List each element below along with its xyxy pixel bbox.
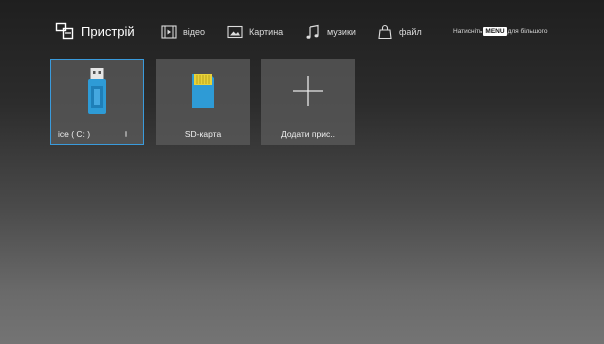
plus-icon bbox=[261, 59, 355, 123]
menu-key-badge: MENU bbox=[483, 27, 507, 36]
usb-drive-icon bbox=[50, 59, 144, 123]
tab-picture[interactable]: Картина bbox=[227, 21, 283, 43]
tab-music-label: музики bbox=[327, 27, 356, 37]
file-bag-icon bbox=[377, 24, 393, 40]
device-tile-add[interactable]: Додати прис.. bbox=[261, 59, 355, 145]
sd-card-icon bbox=[156, 59, 250, 123]
media-browser-screen: Пристрій відео Картина музики файл Натис… bbox=[7, 7, 597, 337]
tab-video[interactable]: відео bbox=[161, 21, 205, 43]
tab-picture-label: Картина bbox=[249, 27, 284, 37]
tab-file[interactable]: файл bbox=[377, 21, 422, 43]
device-tile-usb-label: ice ( C: ) bbox=[58, 129, 91, 139]
tab-device[interactable]: Пристрій bbox=[55, 20, 135, 42]
device-icon bbox=[55, 22, 75, 40]
hint-prefix: Натисніть bbox=[453, 28, 483, 35]
video-icon bbox=[161, 25, 177, 39]
picture-icon bbox=[227, 25, 243, 39]
menu-hint: Натисніть MENU для більшого bbox=[453, 27, 548, 36]
hint-suffix: для більшого bbox=[507, 28, 548, 35]
music-note-icon bbox=[305, 24, 321, 40]
header-bar: Пристрій відео Картина музики файл Натис… bbox=[7, 7, 597, 57]
scroll-indicator bbox=[125, 131, 127, 137]
tab-file-label: файл bbox=[399, 27, 422, 37]
tab-music[interactable]: музики bbox=[305, 21, 356, 43]
device-tile-add-label: Додати прис.. bbox=[281, 129, 335, 139]
tab-video-label: відео bbox=[183, 27, 206, 37]
tab-device-label: Пристрій bbox=[81, 23, 135, 39]
device-tile-sd-card[interactable]: SD-карта bbox=[156, 59, 250, 145]
device-tile-usb[interactable]: ice ( C: ) bbox=[50, 59, 144, 145]
device-tile-sd-card-label: SD-карта bbox=[184, 129, 222, 139]
